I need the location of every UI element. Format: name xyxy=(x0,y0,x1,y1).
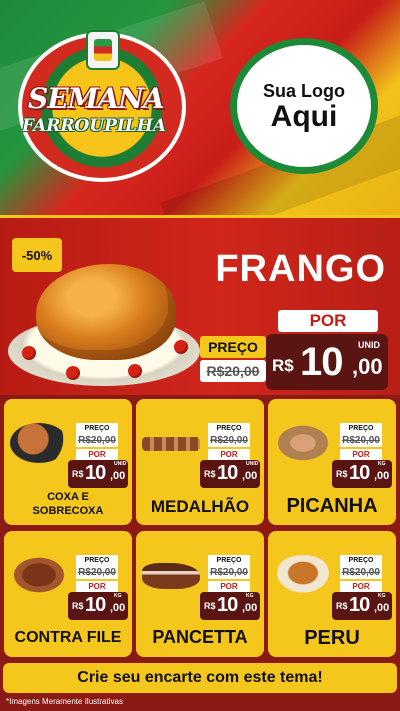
product-name: PICANHA xyxy=(286,495,378,517)
product-name: PANCETTA xyxy=(152,627,248,647)
currency: R$ xyxy=(72,601,84,611)
product-card[interactable]: PREÇO R$20,00 POR R$ 10 ,00 KG PERU xyxy=(268,531,396,657)
logo-text-line2: Aqui xyxy=(270,99,338,133)
unit-label: KG xyxy=(378,593,386,599)
featured-price: R$ 10 ,00 UNID xyxy=(266,334,388,390)
logo-text-line1: Sua Logo xyxy=(263,80,345,101)
old-price: R$20,00 xyxy=(340,566,382,579)
product-name: MEDALHÃO xyxy=(150,497,250,516)
featured-product[interactable]: -50% FRANGO POR PREÇO R$20,00 R$ 10 ,00 … xyxy=(0,215,400,395)
event-title-line1: SEMANA xyxy=(28,82,165,115)
old-price: R$20,00 xyxy=(200,360,266,382)
por-label: POR xyxy=(340,581,382,592)
unit-label: KG xyxy=(114,593,122,599)
currency: R$ xyxy=(204,601,216,611)
price-cents: ,00 xyxy=(242,470,258,482)
product-name: CONTRA FILE xyxy=(14,629,122,646)
currency: R$ xyxy=(72,469,84,479)
skewers-icon xyxy=(142,437,200,451)
coat-of-arms-icon xyxy=(86,30,120,70)
por-label: POR xyxy=(76,581,118,592)
drumstick-pan-icon xyxy=(10,423,68,463)
old-price: R$20,00 xyxy=(208,566,250,579)
unit-label: UNID xyxy=(114,461,127,467)
preco-label: PREÇO xyxy=(208,423,250,434)
por-label: POR xyxy=(340,449,382,460)
currency: R$ xyxy=(272,356,294,375)
price-int: 10 xyxy=(300,340,343,384)
unit-label: KG xyxy=(378,461,386,467)
discount-badge: -50% xyxy=(12,238,62,272)
product-card[interactable]: PREÇO R$20,00 POR R$ 10 ,00 KG PICANHA xyxy=(268,399,396,525)
event-title-line2: FARROUPILHA xyxy=(22,116,167,136)
preco-label: PREÇO xyxy=(76,423,118,434)
product-price: R$ 10 ,00 UNID xyxy=(200,460,260,488)
product-price: R$ 10 ,00 KG xyxy=(68,592,128,620)
price-cents: ,00 xyxy=(110,470,126,482)
price-cents: ,00 xyxy=(352,354,383,379)
price-cents: ,00 xyxy=(374,602,390,614)
currency: R$ xyxy=(336,601,348,611)
turkey-icon xyxy=(274,555,332,595)
price-cents: ,00 xyxy=(110,602,126,614)
por-label: POR xyxy=(76,449,118,460)
por-label: POR xyxy=(208,581,250,592)
product-price: R$ 10 ,00 KG xyxy=(200,592,260,620)
price-int: 10 xyxy=(85,462,106,484)
steak-board-icon xyxy=(274,423,332,463)
product-name: COXA E xyxy=(47,491,89,503)
product-card[interactable]: PREÇO R$20,00 POR R$ 10 ,00 UNID COXA E … xyxy=(4,399,132,525)
product-name: PERU xyxy=(304,627,360,649)
preco-label: PREÇO xyxy=(340,423,382,434)
pancetta-icon xyxy=(142,563,200,589)
price-int: 10 xyxy=(217,462,238,484)
preco-label: PREÇO xyxy=(340,555,382,566)
unit-label: UNID xyxy=(358,340,380,350)
preco-label: PREÇO xyxy=(208,555,250,566)
disclaimer: *Imagens Meramente Ilustrativas xyxy=(6,697,123,706)
unit-label: UNID xyxy=(246,461,259,467)
cta-banner[interactable]: Crie seu encarte com este tema! xyxy=(3,663,397,693)
por-label: POR xyxy=(278,310,378,332)
currency: R$ xyxy=(204,469,216,479)
price-int: 10 xyxy=(349,594,370,616)
preco-label: PREÇO xyxy=(200,336,266,358)
product-name-line2: SOBRECOXA xyxy=(32,505,104,517)
featured-name: FRANGO xyxy=(215,248,386,290)
price-int: 10 xyxy=(217,594,238,616)
product-price: R$ 10 ,00 UNID xyxy=(68,460,128,488)
unit-label: KG xyxy=(246,593,254,599)
product-card[interactable]: PREÇO R$20,00 POR R$ 10 ,00 KG PANCETTA xyxy=(136,531,264,657)
logo-placeholder[interactable]: Sua Logo Aqui xyxy=(230,38,378,174)
old-price: R$20,00 xyxy=(208,434,250,447)
old-price: R$20,00 xyxy=(340,434,382,447)
preco-label: PREÇO xyxy=(76,555,118,566)
product-card[interactable]: PREÇO R$20,00 POR R$ 10 ,00 UNID MEDALHÃ… xyxy=(136,399,264,525)
old-price: R$20,00 xyxy=(76,566,118,579)
product-price: R$ 10 ,00 KG xyxy=(332,460,392,488)
old-price: R$20,00 xyxy=(76,434,118,447)
product-card[interactable]: PREÇO R$20,00 POR R$ 10 ,00 KG CONTRA FI… xyxy=(4,531,132,657)
steak-icon xyxy=(10,555,68,595)
price-cents: ,00 xyxy=(242,602,258,614)
por-label: POR xyxy=(208,449,250,460)
hero-banner: SEMANA FARROUPILHA Sua Logo Aqui xyxy=(0,0,400,215)
price-int: 10 xyxy=(349,462,370,484)
price-int: 10 xyxy=(85,594,106,616)
price-cents: ,00 xyxy=(374,470,390,482)
product-price: R$ 10 ,00 KG xyxy=(332,592,392,620)
currency: R$ xyxy=(336,469,348,479)
